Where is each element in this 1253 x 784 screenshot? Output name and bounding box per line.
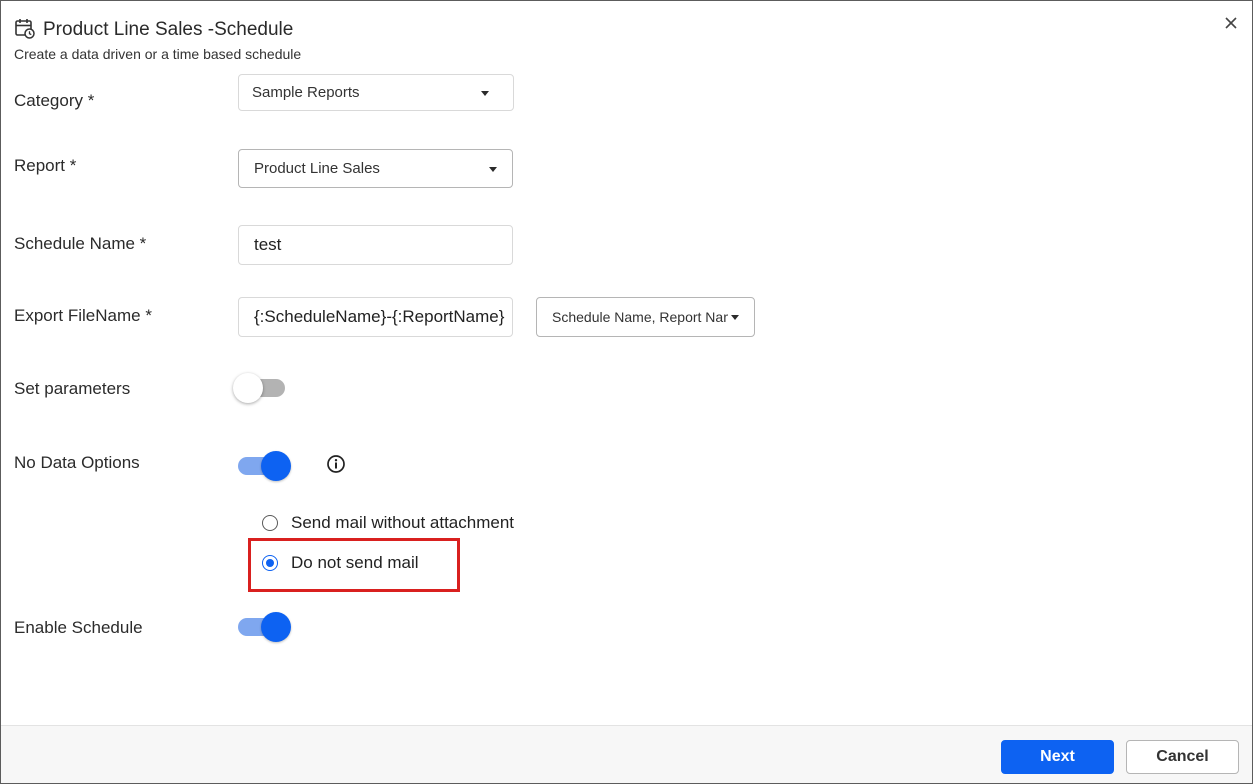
- report-value: Product Line Sales: [254, 160, 380, 177]
- radio-label: Send mail without attachment: [291, 513, 515, 532]
- category-value: Sample Reports: [252, 84, 360, 101]
- highlight-annotation: [248, 538, 460, 592]
- export-filename-value: {:ScheduleName}-{:ReportName}: [254, 307, 505, 326]
- category-label: Category *: [14, 91, 95, 110]
- radio-send-without-attachment[interactable]: Send mail without attachment: [262, 513, 514, 533]
- enable-schedule-label: Enable Schedule: [14, 618, 143, 637]
- report-label: Report *: [14, 156, 77, 175]
- toggle-knob: [261, 612, 291, 642]
- filename-token-value: Schedule Name, Report Name: [552, 309, 728, 325]
- chevron-down-icon: [731, 315, 739, 320]
- toggle-knob: [233, 373, 263, 403]
- calendar-clock-icon: [15, 19, 35, 39]
- schedule-name-label: Schedule Name *: [14, 234, 147, 253]
- schedule-name-value: test: [254, 235, 282, 254]
- dialog-footer: Next Cancel: [1, 725, 1252, 783]
- export-filename-label: Export FileName *: [14, 306, 152, 325]
- dialog-title: Product Line Sales -Schedule: [43, 19, 294, 40]
- close-icon[interactable]: [1221, 13, 1241, 33]
- no-data-options-toggle[interactable]: [236, 451, 292, 481]
- report-dropdown[interactable]: Product Line Sales: [238, 149, 513, 188]
- info-icon[interactable]: [326, 454, 346, 474]
- set-parameters-toggle[interactable]: [233, 373, 289, 403]
- cancel-button[interactable]: Cancel: [1126, 740, 1239, 774]
- chevron-down-icon: [489, 166, 497, 172]
- no-data-options-label: No Data Options: [14, 453, 140, 472]
- schedule-name-input[interactable]: test: [238, 225, 513, 265]
- dialog-subtitle: Create a data driven or a time based sch…: [14, 46, 302, 62]
- radio-button[interactable]: [262, 515, 278, 531]
- toggle-knob: [261, 451, 291, 481]
- export-filename-input[interactable]: {:ScheduleName}-{:ReportName}: [238, 297, 513, 337]
- enable-schedule-toggle[interactable]: [236, 612, 292, 642]
- set-parameters-label: Set parameters: [14, 379, 131, 398]
- next-button[interactable]: Next: [1001, 740, 1114, 774]
- category-dropdown[interactable]: Sample Reports: [238, 74, 514, 111]
- filename-token-dropdown[interactable]: Schedule Name, Report Name: [536, 297, 755, 337]
- schedule-dialog: Product Line Sales -Schedule Create a da…: [0, 0, 1253, 784]
- chevron-down-icon: [481, 90, 489, 96]
